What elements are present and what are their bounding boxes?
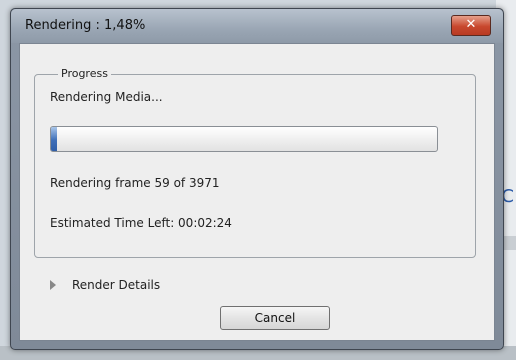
frame-counter: Rendering frame 59 of 3971 [50,176,220,190]
close-icon: ✕ [465,17,477,32]
render-details-label: Render Details [72,278,161,292]
progress-bar-fill [51,127,57,151]
close-button[interactable]: ✕ [451,15,491,36]
dialog-title: Rendering : 1,48% [25,18,146,33]
dialog-content: Progress Rendering Media... Rendering fr… [19,43,495,341]
progress-group-label: Progress [58,67,111,80]
expand-triangle-icon[interactable] [50,280,56,290]
render-details-toggle[interactable]: Render Details [50,276,160,294]
time-left: Estimated Time Left: 00:02:24 [50,216,232,230]
cancel-button[interactable]: Cancel [220,306,330,330]
rendering-dialog: Rendering : 1,48% ✕ Progress Rendering M… [10,8,504,350]
progress-bar [50,126,438,152]
rendering-status: Rendering Media... [50,90,163,104]
title-bar[interactable]: Rendering : 1,48% ✕ [11,9,503,43]
